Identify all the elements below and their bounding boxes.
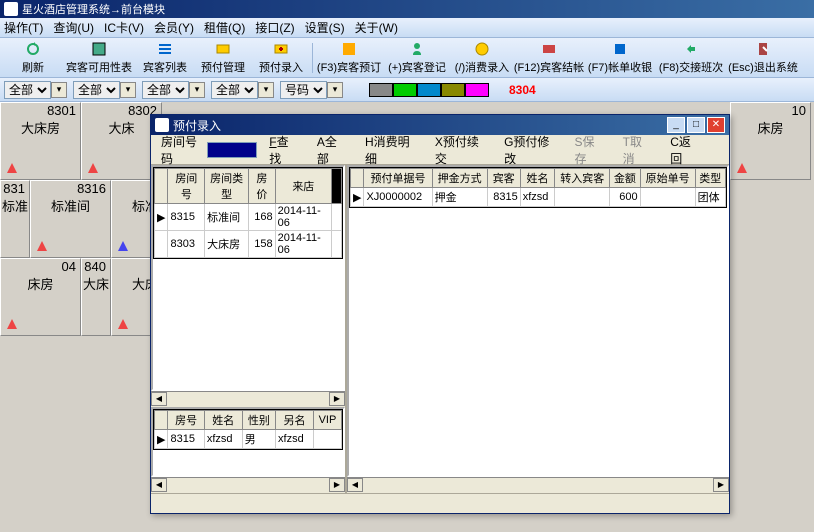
filter-bar: 全部▾ 全部▾ 全部▾ 全部▾ 号码▾ 8304	[0, 78, 814, 102]
prepay-table[interactable]: 预付单据号押金方式宾客姓名转入宾客金额原始单号类型 ▶XJ0000002押金83…	[349, 167, 727, 208]
continue-button[interactable]: X预付续交	[435, 133, 484, 167]
f12-button[interactable]: (F12)宾客结帐	[514, 40, 584, 76]
close-button[interactable]: ✕	[707, 117, 725, 133]
esc-button[interactable]: (Esc)退出系统	[728, 40, 798, 76]
slash-button[interactable]: (/)消费录入	[452, 40, 512, 76]
filter-expand1[interactable]: ▾	[51, 82, 67, 98]
filter-expand5[interactable]: ▾	[327, 82, 343, 98]
status-number: 8304	[509, 83, 536, 97]
dialog-icon	[155, 118, 169, 132]
room-status-icon	[5, 161, 19, 175]
menu-ic[interactable]: IC卡(V)	[104, 19, 144, 36]
room-status-icon	[5, 317, 19, 331]
filter-combo5[interactable]: 号码	[280, 81, 327, 99]
menu-query[interactable]: 查询(U)	[53, 19, 94, 36]
filter-expand4[interactable]: ▾	[258, 82, 274, 98]
right-panel: 预付单据号押金方式宾客姓名转入宾客金额原始单号类型 ▶XJ0000002押金83…	[347, 165, 729, 493]
table-row: ▶8315xfzsd男xfzsd	[155, 430, 342, 449]
room-status-icon	[735, 161, 749, 175]
refresh-button[interactable]: 刷新	[5, 40, 61, 76]
room-status-icon	[116, 317, 130, 331]
dialog-statusbar	[151, 493, 729, 513]
filter-combo2[interactable]: 全部	[73, 81, 120, 99]
back-button[interactable]: C返回	[670, 133, 699, 167]
prepay-dialog: 预付录入 _ □ ✕ 房间号码 F查找 A全部 H消费明细 X预付续交 G预付修…	[150, 114, 730, 514]
minimize-button[interactable]: _	[667, 117, 685, 133]
app-icon	[4, 2, 18, 16]
room-input[interactable]	[207, 142, 257, 158]
dialog-toolbar: 房间号码 F查找 A全部 H消费明细 X预付续交 G预付修改 S保存 T取消 C…	[151, 135, 729, 165]
toolbar-separator	[312, 43, 313, 73]
left-panel: 房间号房间类型房价来店 ▶8315标准间1682014-11-06 8303大床…	[151, 165, 347, 493]
save-button[interactable]: S保存	[575, 133, 603, 167]
filter-combo1[interactable]: 全部	[4, 81, 51, 99]
table-row: ▶XJ0000002押金8315xfzsd600团体	[351, 188, 726, 207]
menu-interface[interactable]: 接口(Z)	[255, 19, 294, 36]
room-cell[interactable]: 831标准	[0, 180, 30, 258]
window-titlebar: 星火酒店管理系统→前台模块	[0, 0, 814, 18]
detail-button[interactable]: H消费明细	[365, 133, 415, 167]
room-cell[interactable]: 8316标准间	[30, 180, 111, 258]
room-table[interactable]: 房间号房间类型房价来店 ▶8315标准间1682014-11-06 8303大床…	[153, 167, 343, 259]
filter-combo4[interactable]: 全部	[211, 81, 258, 99]
room-status-icon	[35, 239, 49, 253]
table-row: ▶8315标准间1682014-11-06	[155, 204, 342, 231]
room-status-icon	[86, 161, 100, 175]
menu-member[interactable]: 会员(Y)	[154, 19, 194, 36]
pay-manage-button[interactable]: 预付管理	[195, 40, 251, 76]
f8-button[interactable]: (F8)交接班次	[656, 40, 726, 76]
f3-button[interactable]: (F3)宾客预订	[316, 40, 382, 76]
f7-button[interactable]: (F7)帐单收银	[586, 40, 654, 76]
dialog-title-text: 预付录入	[173, 117, 221, 134]
table-row: 8303大床房1582014-11-06	[155, 231, 342, 258]
filter-combo3[interactable]: 全部	[142, 81, 189, 99]
menu-bar: 操作(T) 查询(U) IC卡(V) 会员(Y) 租借(Q) 接口(Z) 设置(…	[0, 18, 814, 38]
menu-settings[interactable]: 设置(S)	[305, 19, 345, 36]
window-title: 星火酒店管理系统→前台模块	[22, 1, 165, 17]
menu-about[interactable]: 关于(W)	[355, 19, 398, 36]
menu-lease[interactable]: 租借(Q)	[204, 19, 245, 36]
room-label: 房间号码	[161, 133, 203, 167]
plus-button[interactable]: (+)宾客登记	[384, 40, 450, 76]
room-cell[interactable]: 04床房	[0, 258, 81, 336]
room-cell[interactable]: 10床房	[730, 102, 811, 180]
scrollbar-h[interactable]: ◀▶	[151, 477, 345, 493]
room-status-icon	[116, 239, 130, 253]
scrollbar-h[interactable]: ◀▶	[347, 477, 729, 493]
room-cell[interactable]: 8301大床房	[0, 102, 81, 180]
pay-input-button[interactable]: 预付录入	[253, 40, 309, 76]
scrollbar-h[interactable]: ◀▶	[151, 391, 345, 407]
guest-table[interactable]: 房号姓名性别另名VIP ▶8315xfzsd男xfzsd	[153, 409, 343, 450]
filter-expand3[interactable]: ▾	[189, 82, 205, 98]
find-button[interactable]: F查找	[269, 133, 297, 167]
modify-button[interactable]: G预付修改	[504, 133, 554, 167]
filter-expand2[interactable]: ▾	[120, 82, 136, 98]
menu-operate[interactable]: 操作(T)	[4, 19, 43, 36]
guest-list-button[interactable]: 宾客列表	[137, 40, 193, 76]
maximize-button[interactable]: □	[687, 117, 705, 133]
toolbar: 刷新 宾客可用性表 宾客列表 预付管理 预付录入 (F3)宾客预订 (+)宾客登…	[0, 38, 814, 78]
all-button[interactable]: A全部	[317, 133, 345, 167]
room-cell[interactable]: 840大床	[81, 258, 111, 336]
status-colors	[369, 83, 489, 97]
cancel-button[interactable]: T取消	[623, 133, 651, 167]
room-avail-button[interactable]: 宾客可用性表	[63, 40, 135, 76]
